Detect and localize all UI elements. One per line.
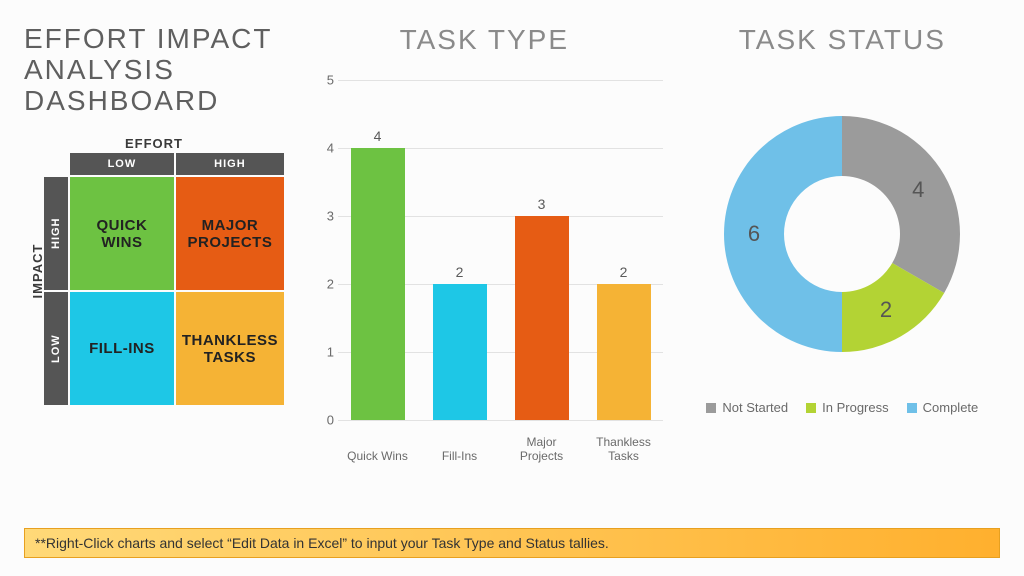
bar-fill-ins: 2 (433, 284, 487, 420)
effort-axis-label: EFFORT (24, 136, 284, 151)
donut-slice-not-started (842, 116, 960, 293)
bar-thankless-tasks: 2 (597, 284, 651, 420)
y-tick: 1 (316, 345, 334, 360)
bar-value-label: 3 (515, 196, 569, 212)
legend-label: Complete (923, 400, 979, 415)
task-type-title: TASK TYPE (302, 24, 667, 56)
footer-note-banner: **Right-Click charts and select “Edit Da… (24, 528, 1000, 558)
matrix-col-high: HIGH (176, 153, 284, 175)
y-tick: 4 (316, 141, 334, 156)
donut-value-label: 4 (912, 177, 924, 202)
matrix-cell-thankless-tasks: THANKLESS TASKS (176, 292, 284, 405)
matrix-row-low: LOW (44, 292, 68, 405)
legend-swatch (907, 403, 917, 413)
task-status-legend: Not Started In Progress Complete (706, 400, 978, 415)
legend-swatch (706, 403, 716, 413)
bar-major-projects: 3 (515, 216, 569, 420)
task-status-donut-chart[interactable]: 4 2 6 (702, 94, 982, 374)
matrix-cell-quick-wins: QUICK WINS (70, 177, 174, 290)
page-title: EFFORT IMPACT ANALYSIS DASHBOARD (24, 24, 284, 116)
x-category-label: Major Projects (507, 436, 577, 464)
matrix-col-low: LOW (70, 153, 174, 175)
matrix-cell-fill-ins: FILL-INS (70, 292, 174, 405)
donut-value-label: 2 (880, 297, 892, 322)
task-type-bar-chart[interactable]: 0123454232Quick WinsFill-InsMajor Projec… (302, 76, 667, 476)
matrix-cell-major-projects: MAJOR PROJECTS (176, 177, 284, 290)
effort-impact-matrix: EFFORT IMPACT LOW HIGH HIGH QUICK WINS M… (24, 136, 284, 405)
x-category-label: Thankless Tasks (589, 436, 659, 464)
legend-label: In Progress (822, 400, 888, 415)
x-category-label: Fill-Ins (425, 450, 495, 464)
impact-axis-label: IMPACT (30, 243, 45, 298)
y-tick: 5 (316, 73, 334, 88)
x-category-label: Quick Wins (343, 450, 413, 464)
legend-swatch (806, 403, 816, 413)
bar-value-label: 4 (351, 128, 405, 144)
y-tick: 0 (316, 413, 334, 428)
y-tick: 3 (316, 209, 334, 224)
legend-item-complete: Complete (907, 400, 979, 415)
task-status-title: TASK STATUS (685, 24, 1000, 56)
bar-value-label: 2 (597, 264, 651, 280)
bar-value-label: 2 (433, 264, 487, 280)
donut-value-label: 6 (748, 221, 760, 246)
legend-item-not-started: Not Started (706, 400, 788, 415)
legend-label: Not Started (722, 400, 788, 415)
y-tick: 2 (316, 277, 334, 292)
donut-slice-complete (724, 116, 842, 352)
bar-quick-wins: 4 (351, 148, 405, 420)
legend-item-in-progress: In Progress (806, 400, 888, 415)
matrix-row-high: HIGH (44, 177, 68, 290)
